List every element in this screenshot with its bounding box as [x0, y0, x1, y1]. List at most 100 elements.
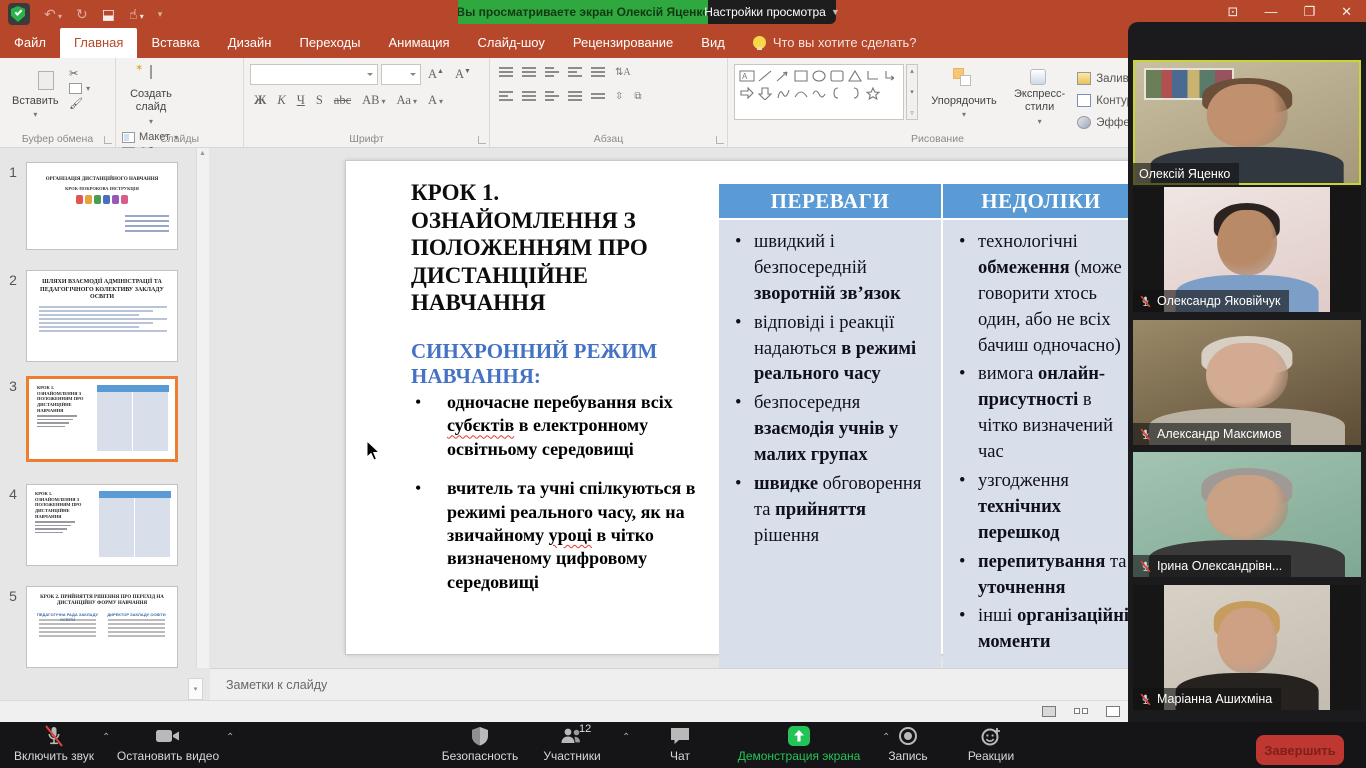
security-button[interactable]: Безопасность	[432, 725, 528, 763]
increase-indent-icon[interactable]	[565, 64, 585, 80]
font-glyph-1[interactable]: К	[273, 91, 289, 110]
slide-table[interactable]: ПЕРЕВАГИНЕДОЛІКИ швидкий і безпосередній…	[719, 184, 1139, 646]
shape-line-icon[interactable]	[757, 68, 773, 83]
shape-arc-icon[interactable]	[793, 85, 809, 100]
text-direction-icon[interactable]: ⇅А	[611, 65, 635, 80]
decrease-indent-icon[interactable]	[542, 64, 562, 80]
chat-button[interactable]: Чат	[652, 725, 708, 763]
tab-вставка[interactable]: Вставка	[137, 28, 213, 58]
notes-collapse-icon[interactable]: ▾	[188, 678, 203, 700]
tab-дизайн[interactable]: Дизайн	[214, 28, 286, 58]
shape-curve-icon[interactable]	[775, 85, 791, 100]
shape-elbow-arrow-icon[interactable]	[883, 68, 899, 83]
tab-анимация[interactable]: Анимация	[374, 28, 463, 58]
shape-block-arrow-down-icon[interactable]	[757, 85, 773, 100]
mic-chevron-icon[interactable]: ⌃	[102, 732, 110, 743]
slide-thumbnail-5[interactable]: КРОК 2. ПРИЙНЯТТЯ РІШЕННЯ ПРО ПЕРЕХІД НА…	[26, 586, 178, 668]
video-tile-4[interactable]: Ірина Олександрівн...	[1133, 452, 1361, 577]
align-text-icon[interactable]: ⇳	[611, 89, 627, 104]
font-name-combo[interactable]	[250, 64, 378, 85]
font-glyph-2[interactable]: Ч	[293, 91, 309, 110]
clipboard-dialog-launcher[interactable]	[104, 136, 112, 144]
reactions-button[interactable]: Реакции	[952, 725, 1030, 763]
cut-icon[interactable]: ✂	[69, 67, 90, 80]
paste-button[interactable]: Вставить▾	[6, 64, 65, 128]
undo-icon[interactable]: ↶ ▾	[44, 7, 62, 21]
mic-button[interactable]: Включить звук	[8, 725, 100, 763]
shapes-gallery[interactable]: A	[734, 64, 904, 120]
slide-thumbnail-1[interactable]: ОРГАНІЗАЦІЯ ДИСТАНЦІЙНОГО НАВЧАННЯКРОК-П…	[26, 162, 178, 250]
slide-bullet-list[interactable]: одночасне перебування всіх субєктів в ел…	[411, 391, 711, 610]
shape-rounded-rectangle-icon[interactable]	[829, 68, 845, 83]
arrange-button[interactable]: Упорядочить▾	[926, 64, 1002, 128]
shape-wave-icon[interactable]	[811, 85, 827, 100]
slide-thumbnail-3[interactable]: КРОК 1. ОЗНАЙОМЛЕННЯ З ПОЛОЖЕННЯМ ПРО ДИ…	[26, 376, 178, 462]
tab-file[interactable]: Файл	[0, 28, 60, 58]
end-meeting-button[interactable]: Завершить	[1256, 735, 1344, 765]
shape-brace-left-icon[interactable]	[829, 85, 845, 100]
restore-icon[interactable]: ❐	[1303, 4, 1315, 20]
video-tile-2[interactable]: Олександр Яковійчук	[1133, 187, 1361, 312]
font-glyph-7[interactable]: А ▾	[424, 91, 447, 110]
tab-вид[interactable]: Вид	[687, 28, 739, 58]
video-chevron-icon[interactable]: ⌃	[226, 732, 234, 743]
font-size-combo[interactable]	[381, 64, 421, 85]
line-spacing-icon[interactable]	[588, 64, 608, 80]
record-button[interactable]: Запись	[872, 725, 944, 763]
slide-canvas[interactable]: КРОК 1. ОЗНАЙОМЛЕННЯ З ПОЛОЖЕННЯМ ПРО ДИ…	[345, 160, 1225, 655]
font-glyph-0[interactable]: Ж	[250, 91, 270, 110]
video-button[interactable]: Остановить видео	[112, 725, 224, 763]
shape-textbox-icon[interactable]: A	[739, 68, 755, 83]
participants-chevron-icon[interactable]: ⌃	[622, 732, 630, 743]
tab-слайд-шоу[interactable]: Слайд-шоу	[464, 28, 559, 58]
minimize-icon[interactable]: —	[1264, 4, 1277, 20]
shape-elbow-icon[interactable]	[865, 68, 881, 83]
ribbon-display-options-icon[interactable]: ⊡	[1228, 4, 1239, 20]
font-glyph-3[interactable]: S	[312, 91, 327, 110]
shape-star-icon[interactable]	[865, 85, 881, 100]
quick-styles-button[interactable]: Экспресс-стили▾	[1008, 64, 1071, 128]
slide-thumbnail-2[interactable]: ШЛЯХИ ВЗАЄМОДІЇ АДМІНІСТРАЦІЇ ТА ПЕДАГОГ…	[26, 270, 178, 362]
copy-icon[interactable]: ▾	[69, 83, 90, 94]
new-slide-button[interactable]: ✶ Создать слайд▾	[122, 64, 180, 128]
video-tile-5[interactable]: Маріанна Ашихміна	[1133, 585, 1361, 710]
shape-block-arrow-right-icon[interactable]	[739, 85, 755, 100]
close-icon[interactable]: ✕	[1341, 4, 1352, 20]
shape-rectangle-icon[interactable]	[793, 68, 809, 83]
convert-smartart-icon[interactable]: ⧉	[630, 89, 645, 104]
thumbnail-scrollbar[interactable]	[196, 148, 209, 668]
redo-icon[interactable]: ↻	[76, 7, 88, 21]
format-painter-icon[interactable]: 🖌	[69, 97, 90, 110]
font-glyph-4[interactable]: abc	[330, 91, 355, 110]
align-center-icon[interactable]	[519, 88, 539, 104]
numbering-icon[interactable]	[519, 64, 539, 80]
slide-subtitle[interactable]: СИНХРОННИЙ РЕЖИМ НАВЧАННЯ:	[411, 339, 711, 389]
shrink-font-icon[interactable]: А▼	[451, 65, 475, 84]
slide-title[interactable]: КРОК 1. ОЗНАЙОМЛЕННЯ З ПОЛОЖЕННЯМ ПРО ДИ…	[411, 179, 711, 317]
video-tile-3[interactable]: Александр Максимов	[1133, 320, 1361, 445]
font-glyph-5[interactable]: АВ ▾	[358, 91, 389, 110]
shapes-gallery-scrollbar[interactable]: ▴▾▿	[906, 64, 918, 120]
normal-view-icon[interactable]	[1040, 704, 1058, 718]
start-slideshow-icon[interactable]: ⬓	[102, 7, 115, 21]
shape-oval-icon[interactable]	[811, 68, 827, 83]
tab-рецензирование[interactable]: Рецензирование	[559, 28, 687, 58]
tell-me-box[interactable]: Что вы хотите сделать?	[739, 35, 931, 58]
font-glyph-6[interactable]: Аа ▾	[393, 91, 421, 110]
shape-arrow-icon[interactable]	[775, 68, 791, 83]
align-right-icon[interactable]	[542, 88, 562, 104]
reading-view-icon[interactable]	[1104, 704, 1122, 718]
shape-brace-right-icon[interactable]	[847, 85, 863, 100]
shape-triangle-icon[interactable]	[847, 68, 863, 83]
tab-главная[interactable]: Главная	[60, 28, 137, 58]
video-tile-1[interactable]: Олексій Яценко	[1133, 60, 1361, 185]
tab-переходы[interactable]: Переходы	[285, 28, 374, 58]
justify-icon[interactable]	[565, 88, 585, 104]
bullets-icon[interactable]	[496, 64, 516, 80]
view-settings-button[interactable]: Настройки просмотра▼	[708, 0, 836, 24]
font-dialog-launcher[interactable]	[478, 136, 486, 144]
columns-icon[interactable]	[588, 90, 608, 102]
paragraph-dialog-launcher[interactable]	[716, 136, 724, 144]
grow-font-icon[interactable]: А▲	[424, 65, 448, 84]
participants-button[interactable]: 12Участники	[524, 725, 620, 763]
